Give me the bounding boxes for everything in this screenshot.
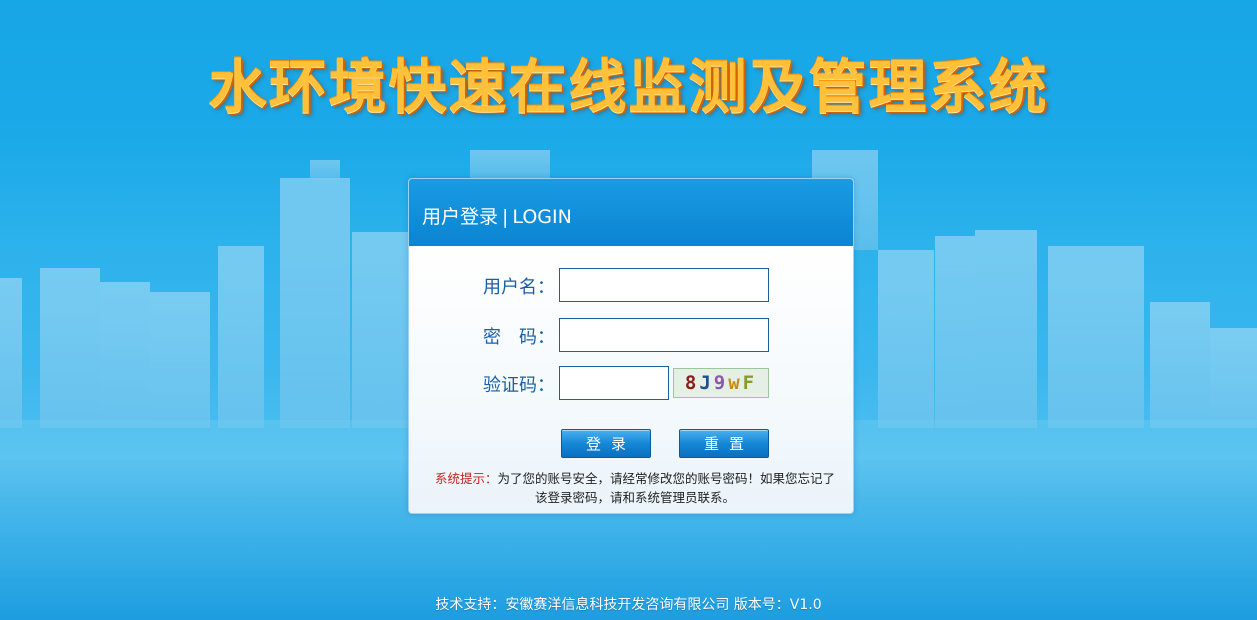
login-form: 用户名： 密 码： 验证码： 8J9wF 登录 重置 系统提示：为了您的账号安全…: [409, 246, 853, 513]
system-tip-text: 为了您的账号安全，请经常修改您的账号密码！如果您忘记了该登录密码，请和系统管理员…: [497, 471, 836, 505]
captcha-char: F: [742, 372, 758, 394]
captcha-input[interactable]: [559, 366, 669, 400]
login-panel: 用户登录 | LOGIN 用户名： 密 码： 验证码： 8J9wF 登录 重置 系统…: [408, 178, 854, 514]
username-input[interactable]: [559, 268, 769, 302]
login-button[interactable]: 登录: [561, 429, 651, 458]
login-heading-cn: 用户登录: [422, 206, 499, 228]
login-heading-separator: |: [502, 206, 509, 228]
reset-button[interactable]: 重置: [679, 429, 769, 458]
captcha-image[interactable]: 8J9wF: [673, 368, 769, 398]
captcha-char: 9: [713, 372, 729, 394]
password-label: 密 码：: [483, 327, 555, 348]
system-tip: 系统提示：为了您的账号安全，请经常修改您的账号密码！如果您忘记了该登录密码，请和…: [429, 469, 841, 507]
username-label: 用户名：: [483, 277, 555, 298]
captcha-row: 验证码： 8J9wF: [409, 366, 853, 400]
captcha-char: 8: [684, 372, 700, 394]
captcha-char: w: [728, 372, 743, 394]
username-row: 用户名：: [409, 268, 853, 302]
footer-support-info: 技术支持：安徽赛洋信息科技开发咨询有限公司 版本号：V1.0: [435, 597, 822, 613]
system-tip-label: 系统提示：: [434, 471, 498, 486]
password-row: 密 码：: [409, 318, 853, 352]
captcha-char: J: [699, 372, 714, 394]
login-panel-header: 用户登录 | LOGIN: [409, 179, 853, 246]
password-input[interactable]: [559, 318, 769, 352]
button-row: 登录 重置: [409, 429, 853, 463]
system-title: 水环境快速在线监测及管理系统: [208, 53, 1049, 121]
login-heading-en: LOGIN: [512, 206, 572, 228]
captcha-label: 验证码：: [483, 375, 555, 396]
